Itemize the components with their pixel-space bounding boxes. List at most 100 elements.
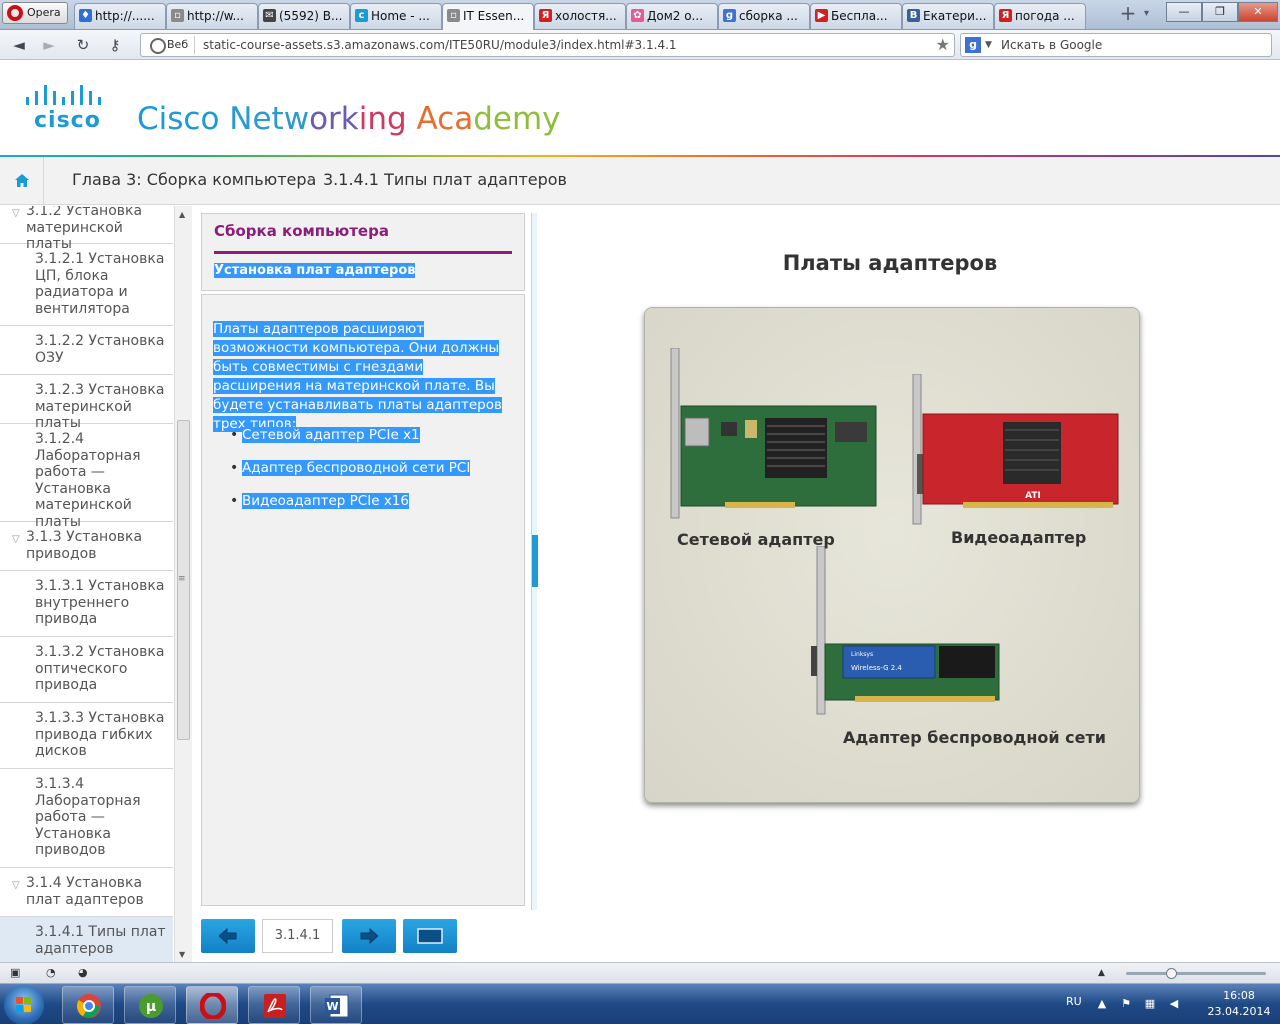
address-field[interactable]: Веб static-course-assets.s3.amazonaws.co…: [140, 33, 955, 57]
start-button[interactable]: [4, 985, 44, 1024]
tab-list-icon[interactable]: ▾: [1144, 8, 1158, 22]
system-clock[interactable]: 16:08 23.04.2014: [1200, 988, 1278, 1020]
browser-tab[interactable]: ▫ http://w...: [166, 3, 258, 29]
text-panel-scrollbar[interactable]: [531, 213, 538, 910]
volume-icon[interactable]: ◀: [1168, 998, 1180, 1010]
home-button[interactable]: [0, 157, 44, 205]
taskbar-acrobat-button[interactable]: [248, 986, 300, 1024]
browser-tab[interactable]: ✿ Дом2 о...: [626, 3, 718, 29]
panel-toggle-icon[interactable]: ▣: [10, 966, 24, 980]
toc-expand-caret-icon[interactable]: ▽: [12, 878, 20, 895]
key-icon[interactable]: ⚷: [106, 36, 124, 54]
opera-menu-button[interactable]: Opera: [2, 2, 68, 24]
toc-item[interactable]: ▽ 3.1.4 Установка плат адаптеров: [0, 868, 173, 917]
tab-label: Дом2 о...: [647, 9, 704, 23]
slide-title: Платы адаптеров: [782, 251, 998, 275]
toc-item[interactable]: 3.1.2.3 Установка материнской платы: [0, 375, 173, 431]
scroll-up-icon[interactable]: ▲: [179, 210, 185, 219]
toc-item[interactable]: 3.1.4.1 Типы плат адаптеров: [0, 917, 173, 962]
browser-tab[interactable]: ✉ (5592) В...: [258, 3, 350, 29]
speed-dial-icon[interactable]: ◕: [78, 966, 92, 980]
zoom-dropdown-icon[interactable]: ▲: [1098, 966, 1112, 980]
language-indicator[interactable]: RU: [1066, 995, 1082, 1008]
tab-label: Екатери...: [923, 9, 987, 23]
browser-tab[interactable]: ♦ http://......: [74, 3, 166, 29]
search-engine-dropdown-icon[interactable]: ▼: [985, 34, 992, 56]
page-number-field[interactable]: 3.1.4.1: [262, 919, 333, 953]
turbo-icon[interactable]: ◔: [46, 966, 60, 980]
search-placeholder: Искать в Google: [1001, 38, 1103, 52]
chrome-icon: [76, 994, 101, 1018]
new-tab-icon[interactable]: +: [1118, 3, 1138, 24]
academy-brand-title[interactable]: Cisco Networking Academy: [137, 101, 561, 137]
tab-favicon-icon: ♦: [79, 9, 92, 22]
tab-label: http://w...: [187, 9, 244, 23]
toc-item[interactable]: ▽ 3.1.2 Установка материнской платы: [0, 206, 173, 252]
svg-text:W: W: [326, 1000, 338, 1013]
breadcrumb-chapter[interactable]: Глава 3: Сборка компьютера: [72, 157, 316, 203]
browser-tab[interactable]: ▶ Беспла...: [810, 3, 902, 29]
back-icon[interactable]: ◄: [10, 36, 28, 54]
brand-segment: Aca: [416, 101, 474, 137]
action-center-flag-icon[interactable]: ⚑: [1120, 998, 1132, 1010]
next-page-button[interactable]: [342, 919, 396, 953]
forward-icon[interactable]: ►: [40, 36, 58, 54]
scroll-grip-icon: ≡: [178, 574, 186, 584]
list-item-text: Видеоадаптер PCIe x16: [242, 493, 409, 509]
show-hidden-icons-icon[interactable]: ▲: [1096, 998, 1108, 1010]
window-controls: — ❐ ✕: [1166, 2, 1278, 22]
toc-expand-caret-icon[interactable]: ▽: [12, 532, 20, 549]
scroll-down-icon[interactable]: ▼: [179, 950, 185, 959]
topic-header-panel: Сборка компьютера Установка плат адаптер…: [201, 213, 525, 291]
taskbar-opera-button[interactable]: [186, 986, 238, 1024]
system-tray: RU ▲ ⚑ ▦ ◀ 16:08 23.04.2014: [1060, 984, 1280, 1024]
toc-item[interactable]: 3.1.3.2 Установка оптического привода: [0, 637, 173, 703]
browser-tab[interactable]: ▫ IT Essen...: [442, 3, 534, 30]
windows-logo-icon: [16, 997, 31, 1012]
toc-item-label: 3.1.3.2 Установка оптического привода: [35, 644, 165, 693]
fullscreen-button[interactable]: [403, 919, 457, 953]
network-icon[interactable]: ▦: [1144, 998, 1156, 1010]
toc-item[interactable]: 3.1.2.1 Установка ЦП, блока радиатора и …: [0, 244, 173, 326]
close-window-icon[interactable]: ✕: [1238, 2, 1278, 22]
screen-icon: [417, 928, 443, 944]
taskbar-word-button[interactable]: W: [310, 986, 362, 1024]
brand-segment: Netw: [229, 101, 310, 137]
browser-tab[interactable]: Япогода ...: [994, 3, 1086, 29]
browser-tab[interactable]: g сборка ...: [718, 3, 810, 29]
toc-item-label: 3.1.3.3 Установка привода гибких дисков: [35, 710, 165, 759]
topic-subtitle: Установка плат адаптеров: [214, 263, 416, 278]
zoom-slider-knob[interactable]: [1166, 968, 1177, 979]
browser-tab[interactable]: c Home - ...: [350, 3, 442, 29]
maximize-icon[interactable]: ❐: [1202, 2, 1238, 22]
tab-favicon-icon: Я: [999, 9, 1012, 22]
topic-bullet-list: Сетевой адаптер PCIe x1 Адаптер беспровод…: [213, 427, 515, 526]
previous-page-button[interactable]: [201, 919, 255, 953]
linksys-label-text: Linksys: [851, 651, 873, 658]
browser-tab[interactable]: Яхолостя...: [534, 3, 626, 29]
toc-item[interactable]: ▽ 3.1.3 Установка приводов: [0, 522, 173, 571]
toc-expand-caret-icon[interactable]: ▽: [12, 206, 20, 223]
toc-item[interactable]: 3.1.2.4 Лабораторная работа — Установка …: [0, 424, 173, 530]
toc-item[interactable]: 3.1.3.4 Лабораторная работа — Установка …: [0, 769, 173, 868]
taskbar-utorrent-button[interactable]: µ: [124, 986, 176, 1024]
toc-item[interactable]: 3.1.3.3 Установка привода гибких дисков: [0, 703, 173, 769]
reload-icon[interactable]: ↻: [74, 36, 92, 54]
tab-label: IT Essen...: [463, 9, 525, 23]
minimize-icon[interactable]: —: [1166, 2, 1202, 22]
list-item: Видеоадаптер PCIe x16: [213, 493, 515, 526]
tab-label: холостя...: [555, 9, 617, 23]
zoom-slider[interactable]: [1126, 972, 1266, 975]
taskbar-chrome-button[interactable]: [62, 986, 114, 1024]
toc-item-label: 3.1.4 Установка плат адаптеров: [26, 875, 144, 908]
text-panel-scroll-thumb[interactable]: [532, 535, 538, 587]
search-field[interactable]: g ▼ Искать в Google: [960, 33, 1272, 57]
toc-scrollbar[interactable]: ▲ ≡ ▼: [174, 206, 192, 962]
bookmark-star-icon[interactable]: ★: [936, 34, 950, 56]
tab-favicon-icon: ▶: [815, 9, 828, 22]
toc-item[interactable]: 3.1.3.1 Установка внутреннего привода: [0, 571, 173, 637]
breadcrumb-separator: ›: [307, 172, 313, 188]
network-adapter-caption: Сетевой адаптер: [677, 530, 835, 549]
browser-tab[interactable]: B Екатери...: [902, 3, 994, 29]
toc-item[interactable]: 3.1.2.2 Установка ОЗУ: [0, 326, 173, 375]
